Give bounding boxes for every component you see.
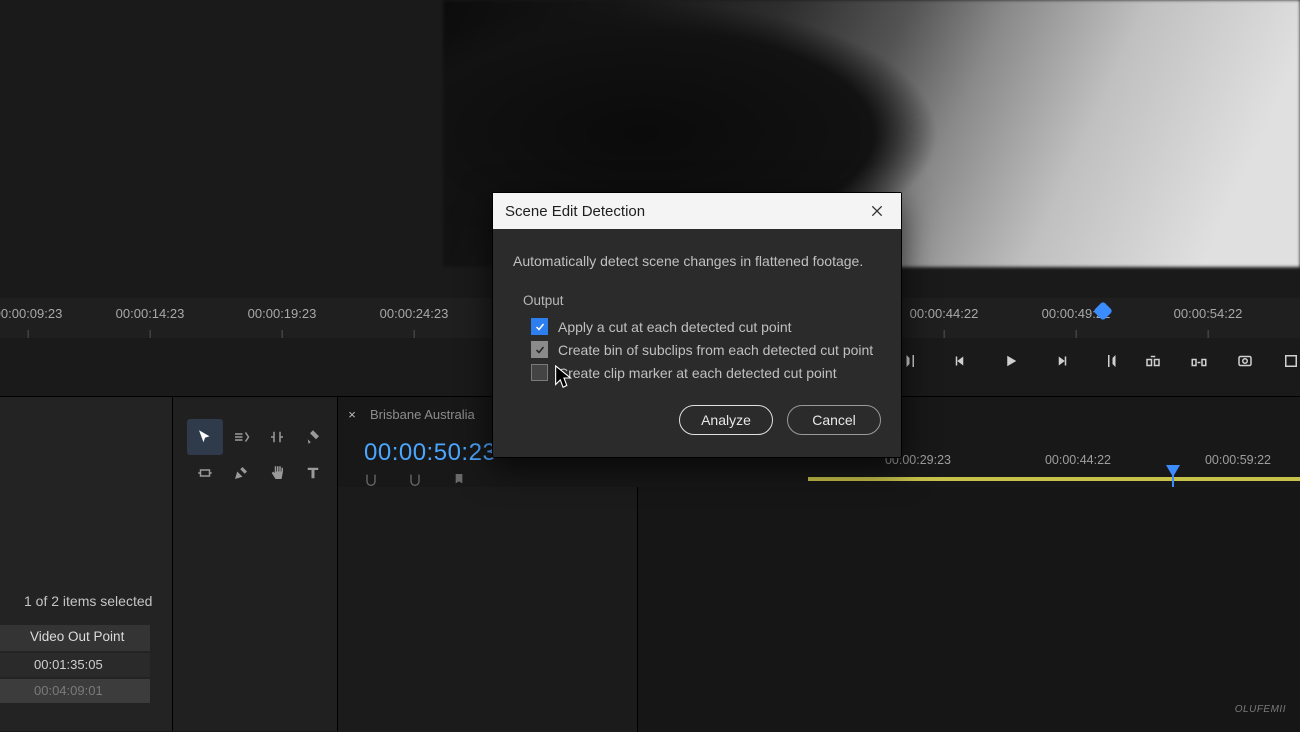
checkbox-icon[interactable]: [531, 318, 548, 335]
sequence-tab[interactable]: × Brisbane Australia: [346, 407, 475, 422]
lift-icon[interactable]: [1142, 350, 1164, 372]
tools-panel: [172, 396, 337, 731]
close-icon[interactable]: ×: [346, 409, 358, 421]
dialog-body: Automatically detect scene changes in fl…: [493, 229, 901, 457]
export-frame-icon[interactable]: [1234, 350, 1256, 372]
ruler-tick: 00:00:44:22: [910, 306, 979, 321]
ruler-tick: 00:00:44:22: [1045, 453, 1111, 467]
option-label: Apply a cut at each detected cut point: [558, 319, 792, 335]
option-label: Create bin of subclips from each detecte…: [558, 342, 873, 358]
pen-tool-icon[interactable]: [223, 455, 259, 491]
watermark-label: OLUFEMII: [1235, 704, 1286, 715]
settings-icon[interactable]: [1280, 350, 1300, 372]
play-icon[interactable]: [1000, 350, 1022, 372]
ruler-tick: 00:00:19:23: [248, 306, 317, 321]
dialog-button-row: Analyze Cancel: [513, 405, 881, 435]
type-tool-icon[interactable]: [295, 455, 331, 491]
mark-out-icon[interactable]: [1100, 350, 1122, 372]
extract-icon[interactable]: [1188, 350, 1210, 372]
ripple-edit-icon[interactable]: [259, 419, 295, 455]
track-select-icon[interactable]: [223, 419, 259, 455]
step-back-icon[interactable]: [950, 350, 972, 372]
option-clip-marker[interactable]: Create clip marker at each detected cut …: [531, 364, 881, 381]
analyze-button[interactable]: Analyze: [679, 405, 773, 435]
project-item-row[interactable]: 00:04:09:01: [0, 679, 150, 703]
checkbox-icon[interactable]: [531, 341, 548, 358]
ruler-tick: 00:00:59:22: [1205, 453, 1271, 467]
option-apply-cut[interactable]: Apply a cut at each detected cut point: [531, 318, 881, 335]
checkbox-icon[interactable]: [531, 364, 548, 381]
work-area-bar[interactable]: [808, 477, 1300, 481]
ruler-tick: 00:00:54:22: [1174, 306, 1243, 321]
program-playhead[interactable]: [1096, 304, 1110, 318]
dialog-titlebar[interactable]: Scene Edit Detection: [493, 193, 901, 229]
sequence-tab-label: Brisbane Australia: [370, 407, 475, 422]
hand-tool-icon[interactable]: [259, 455, 295, 491]
track-lanes[interactable]: [638, 487, 1300, 732]
project-item-row[interactable]: 00:01:35:05: [0, 653, 150, 677]
cancel-button[interactable]: Cancel: [787, 405, 881, 435]
scene-edit-detection-dialog: Scene Edit Detection Automatically detec…: [492, 192, 902, 458]
transport-controls: [900, 350, 1122, 372]
output-section-label: Output: [523, 293, 881, 308]
track-header-area: [338, 487, 638, 732]
option-create-bin[interactable]: Create bin of subclips from each detecte…: [531, 341, 881, 358]
project-panel: 1 of 2 items selected Video Out Point 00…: [0, 396, 172, 731]
selection-tool-icon[interactable]: [187, 419, 223, 455]
ruler-tick: 00:00:24:23: [380, 306, 449, 321]
dialog-title: Scene Edit Detection: [505, 203, 645, 220]
current-timecode[interactable]: 00:00:50:23: [364, 439, 496, 467]
dialog-description: Automatically detect scene changes in fl…: [513, 253, 881, 269]
transport-extra-controls: [1142, 350, 1300, 372]
ruler-tick: 00:00:09:23: [0, 306, 62, 321]
slip-tool-icon[interactable]: [187, 455, 223, 491]
mark-in-icon[interactable]: [900, 350, 922, 372]
step-forward-icon[interactable]: [1050, 350, 1072, 372]
option-label: Create clip marker at each detected cut …: [558, 365, 837, 381]
razor-tool-icon[interactable]: [295, 419, 331, 455]
column-header-video-out[interactable]: Video Out Point: [0, 625, 150, 651]
selection-count-label: 1 of 2 items selected: [24, 593, 152, 609]
ruler-tick: 00:00:14:23: [116, 306, 185, 321]
close-icon[interactable]: [869, 203, 885, 219]
